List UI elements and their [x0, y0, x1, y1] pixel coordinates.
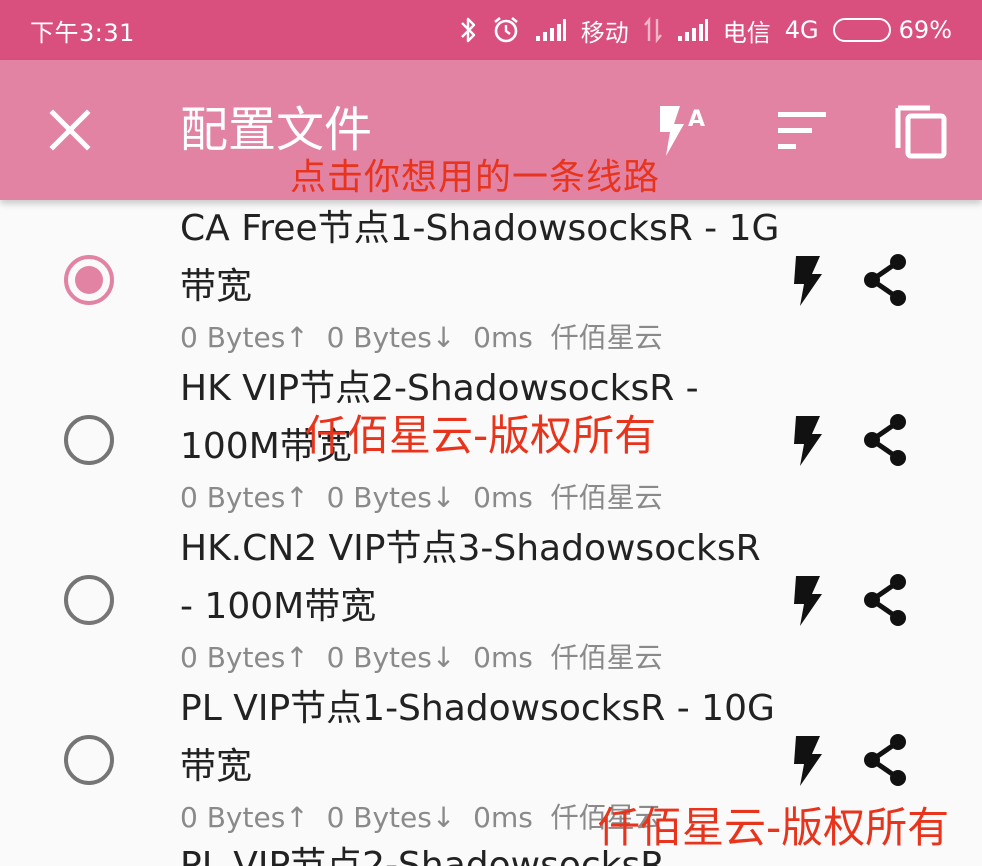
carrier-2-label: 电信 [722, 18, 771, 47]
profile-radio[interactable] [64, 415, 114, 465]
profile-row[interactable]: CA Free节点1-ShadowsocksR - 1G带宽 0 Bytes↑ 0… [0, 200, 982, 360]
profile-stats: 0 Bytes↑ 0 Bytes↓ 0ms 仟佰星云 [180, 476, 663, 520]
battery-indicator: 69% [832, 16, 952, 44]
latency: 0ms [473, 481, 533, 514]
upload-traffic: 0 Bytes↑ [180, 321, 309, 354]
profile-stats: 0 Bytes↑ 0 Bytes↓ 0ms 仟佰星云 [180, 796, 663, 840]
profile-name: PL VIP节点1-ShadowsocksR - 10G带宽 [180, 688, 775, 787]
profile-name: HK.CN2 VIP节点3-ShadowsocksR - 100M带宽 [180, 528, 761, 627]
network-type-label: 4G [784, 16, 819, 44]
profile-radio[interactable] [64, 575, 114, 625]
share-icon[interactable] [858, 412, 914, 468]
download-traffic: 0 Bytes↓ [326, 321, 456, 354]
upload-traffic: 0 Bytes↑ [180, 481, 309, 514]
copy-icon[interactable] [890, 98, 954, 162]
status-indicators: 移动 电信 4G 69% [459, 13, 952, 48]
watermark: 仟佰星云-版权所有 [305, 411, 657, 460]
share-icon[interactable] [858, 732, 914, 788]
test-latency-icon[interactable] [780, 732, 836, 788]
battery-percent: 69% [898, 16, 952, 44]
test-latency-icon[interactable] [780, 252, 836, 308]
profile-row[interactable]: HK.CN2 VIP节点3-ShadowsocksR - 100M带宽 0 Byt… [0, 520, 982, 680]
partial-profile-name: PL VIP节点2-ShadowsocksR [180, 845, 666, 866]
share-icon[interactable] [858, 252, 914, 308]
alarm-icon [491, 15, 521, 45]
profile-radio[interactable] [64, 255, 114, 305]
profile-group: 仟佰星云 [550, 641, 663, 674]
watermark: 仟佰星云-版权所有 [598, 803, 950, 852]
signal-icon [677, 18, 709, 42]
profile-group: 仟佰星云 [550, 481, 663, 514]
sort-icon[interactable] [770, 98, 834, 162]
status-time: 下午3:31 [30, 18, 135, 47]
test-all-latency-icon[interactable]: A [650, 98, 714, 162]
data-arrows-icon [643, 16, 663, 44]
profile-radio[interactable] [64, 735, 114, 785]
test-latency-icon[interactable] [780, 572, 836, 628]
latency: 0ms [473, 641, 533, 674]
download-traffic: 0 Bytes↓ [326, 641, 456, 674]
upload-traffic: 0 Bytes↑ [180, 641, 309, 674]
profile-name: CA Free节点1-ShadowsocksR - 1G带宽 [180, 208, 780, 307]
profile-stats: 0 Bytes↑ 0 Bytes↓ 0ms 仟佰星云 [180, 636, 663, 680]
signal-icon [535, 18, 567, 42]
svg-text:A: A [688, 107, 705, 132]
profile-group: 仟佰星云 [550, 321, 663, 354]
share-icon[interactable] [858, 572, 914, 628]
latency: 0ms [473, 321, 533, 354]
profile-stats: 0 Bytes↑ 0 Bytes↓ 0ms 仟佰星云 [180, 316, 663, 360]
download-traffic: 0 Bytes↓ [326, 481, 456, 514]
page-title: 配置文件 [180, 102, 373, 158]
status-bar: 下午3:31 移动 电信 4G 69% [0, 0, 982, 60]
test-latency-icon[interactable] [780, 412, 836, 468]
battery-icon [832, 18, 891, 42]
download-traffic: 0 Bytes↓ [326, 801, 456, 834]
upload-traffic: 0 Bytes↑ [180, 801, 309, 834]
close-icon[interactable] [44, 104, 96, 156]
carrier-1-label: 移动 [580, 18, 629, 47]
profile-list: CA Free节点1-ShadowsocksR - 1G带宽 0 Bytes↑ 0… [0, 200, 982, 840]
latency: 0ms [473, 801, 533, 834]
bluetooth-icon [459, 15, 477, 45]
annotation-hint: 点击你想用的一条线路 [290, 157, 661, 198]
